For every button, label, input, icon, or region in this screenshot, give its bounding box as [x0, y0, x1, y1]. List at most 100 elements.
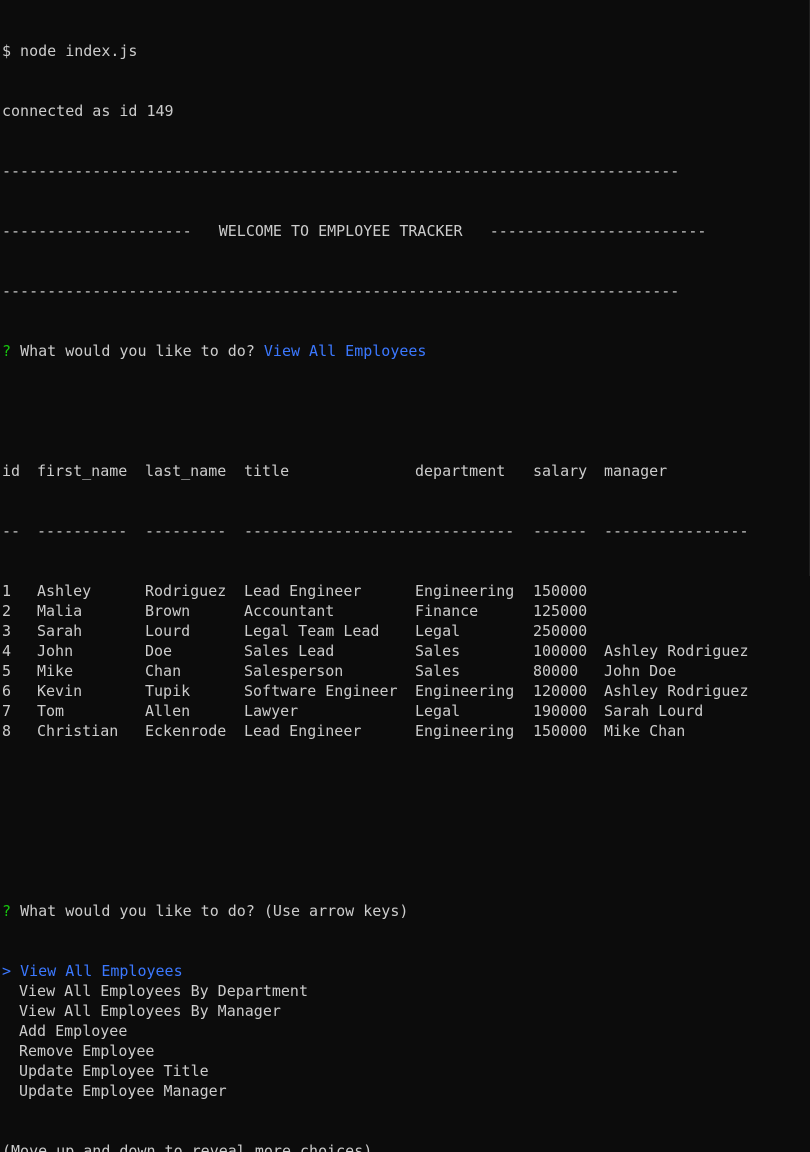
cell-manager: Ashley Rodriguez — [604, 642, 749, 660]
header-last-name: last_name — [145, 462, 227, 480]
banner-divider-top: ----------------------------------------… — [2, 162, 680, 180]
prompt-question-mark: ? — [2, 342, 12, 360]
banner-left-rule: --------------------- — [2, 222, 192, 240]
cell-department: Engineering — [415, 722, 515, 740]
cell-title: Legal Team Lead — [244, 622, 380, 640]
cell-first-name: Sarah — [37, 622, 83, 640]
menu-item-label: View All Employees — [20, 962, 183, 980]
cell-id: 8 — [2, 722, 12, 740]
cell-manager: Ashley Rodriguez — [604, 682, 749, 700]
cell-first-name: Kevin — [37, 682, 83, 700]
choice-menu[interactable]: > View All Employees View All Employees B… — [2, 961, 809, 1101]
cell-department: Engineering — [415, 582, 515, 600]
separator-salary: ------ — [533, 522, 588, 540]
terminal-window[interactable]: $ node index.js connected as id 149 ----… — [0, 0, 810, 1152]
menu-item-label: View All Employees By Manager — [19, 1002, 281, 1020]
prompt2-question-mark: ? — [2, 902, 12, 920]
cell-last-name: Lourd — [145, 622, 191, 640]
answered-prompt: ? What would you like to do? View All Em… — [2, 341, 809, 361]
command-line: $ node index.js — [2, 42, 138, 60]
header-salary: salary — [533, 462, 588, 480]
banner-divider-bottom: ----------------------------------------… — [2, 282, 680, 300]
prompt-question: What would you like to do? — [20, 342, 255, 360]
menu-item[interactable]: Add Employee — [2, 1021, 809, 1041]
banner: --------------------- WELCOME TO EMPLOYE… — [2, 221, 809, 241]
cell-salary: 190000 — [533, 702, 588, 720]
menu-item[interactable]: > View All Employees — [2, 961, 809, 981]
cell-first-name: Tom — [37, 702, 65, 720]
cell-first-name: Malia — [37, 602, 83, 620]
cell-title: Accountant — [244, 602, 335, 620]
menu-item-label: Update Employee Title — [19, 1062, 209, 1080]
prompt2-question: What would you like to do? (Use arrow ke… — [20, 902, 409, 920]
cell-first-name: Christian — [37, 722, 119, 740]
cell-title: Sales Lead — [244, 642, 335, 660]
menu-item[interactable]: Update Employee Title — [2, 1061, 809, 1081]
cell-id: 2 — [2, 602, 12, 620]
menu-item[interactable]: Update Employee Manager — [2, 1081, 809, 1101]
cell-manager: Mike Chan — [604, 722, 686, 740]
table-row: 4 John Doe Sales Lead Sales 100000 Ashley Rodr… — [2, 641, 809, 661]
menu-item-label: View All Employees By Department — [19, 982, 308, 1000]
banner-title: WELCOME TO EMPLOYEE TRACKER — [218, 222, 463, 240]
table-header-row: id first_name last_name title department… — [2, 461, 809, 481]
separator-id: -- — [2, 522, 21, 540]
table-body: 1 Ashley Rodriguez Lead Engineer Engineering… — [2, 581, 809, 741]
employee-table: id first_name last_name title department… — [2, 421, 809, 781]
header-department: department — [415, 462, 506, 480]
cell-salary: 125000 — [533, 602, 588, 620]
menu-item-label: Update Employee Manager — [19, 1082, 227, 1100]
cell-id: 1 — [2, 582, 12, 600]
separator-title: ------------------- — [244, 522, 416, 540]
active-prompt: ? What would you like to do? (Use arrow … — [2, 901, 809, 921]
cell-salary: 150000 — [533, 722, 588, 740]
cell-first-name: Ashley — [37, 582, 92, 600]
cell-salary: 80000 — [533, 662, 579, 680]
header-manager: manager — [604, 462, 668, 480]
table-row: 2 Malia Brown Accountant Finance 125000 — [2, 601, 809, 621]
separator-last-name: --------- — [145, 522, 227, 540]
cell-last-name: Tupik — [145, 682, 191, 700]
cell-title: Lawyer — [244, 702, 299, 720]
cell-first-name: John — [37, 642, 74, 660]
cell-last-name: Brown — [145, 602, 191, 620]
menu-item-label: Add Employee — [19, 1022, 128, 1040]
table-row: 8 Christian Eckenrode Lead Engineer Engineer… — [2, 721, 809, 741]
cell-id: 7 — [2, 702, 12, 720]
cell-last-name: Chan — [145, 662, 182, 680]
cell-id: 5 — [2, 662, 12, 680]
banner-right-rule: ------------------------ — [489, 222, 707, 240]
cell-manager: Sarah Lourd — [604, 702, 704, 720]
more-choices-hint: (Move up and down to reveal more choices… — [2, 1142, 373, 1152]
cell-department: Engineering — [415, 682, 515, 700]
cell-salary: 120000 — [533, 682, 588, 700]
header-title: title — [244, 462, 290, 480]
header-id: id — [2, 462, 21, 480]
prompt-answer: View All Employees — [263, 342, 427, 360]
table-separator-row: -- ---------- --------- ----------------… — [2, 521, 809, 541]
cell-id: 3 — [2, 622, 12, 640]
cell-salary: 250000 — [533, 622, 588, 640]
connection-status: connected as id 149 — [2, 102, 174, 120]
separator-manager: ---------------- — [604, 522, 749, 540]
selection-pointer-icon: > — [2, 962, 12, 980]
cell-title: Salesperson — [244, 662, 344, 680]
cell-id: 6 — [2, 682, 12, 700]
table-row: 3 Sarah Lourd Legal Team Lead Legal 250000 — [2, 621, 809, 641]
cell-last-name: Doe — [145, 642, 173, 660]
cell-first-name: Mike — [37, 662, 74, 680]
menu-item[interactable]: View All Employees By Manager — [2, 1001, 809, 1021]
cell-department: Legal — [415, 622, 461, 640]
cell-department: Sales — [415, 642, 461, 660]
separator-department: ----------- — [415, 522, 515, 540]
cell-title: Lead Engineer — [244, 722, 362, 740]
cell-last-name: Eckenrode — [145, 722, 227, 740]
cell-id: 4 — [2, 642, 12, 660]
menu-item[interactable]: Remove Employee — [2, 1041, 809, 1061]
menu-item[interactable]: View All Employees By Department — [2, 981, 809, 1001]
cell-department: Sales — [415, 662, 461, 680]
table-row: 1 Ashley Rodriguez Lead Engineer Engineering… — [2, 581, 809, 601]
header-first-name: first_name — [37, 462, 128, 480]
cell-title: Software Engineer — [244, 682, 398, 700]
